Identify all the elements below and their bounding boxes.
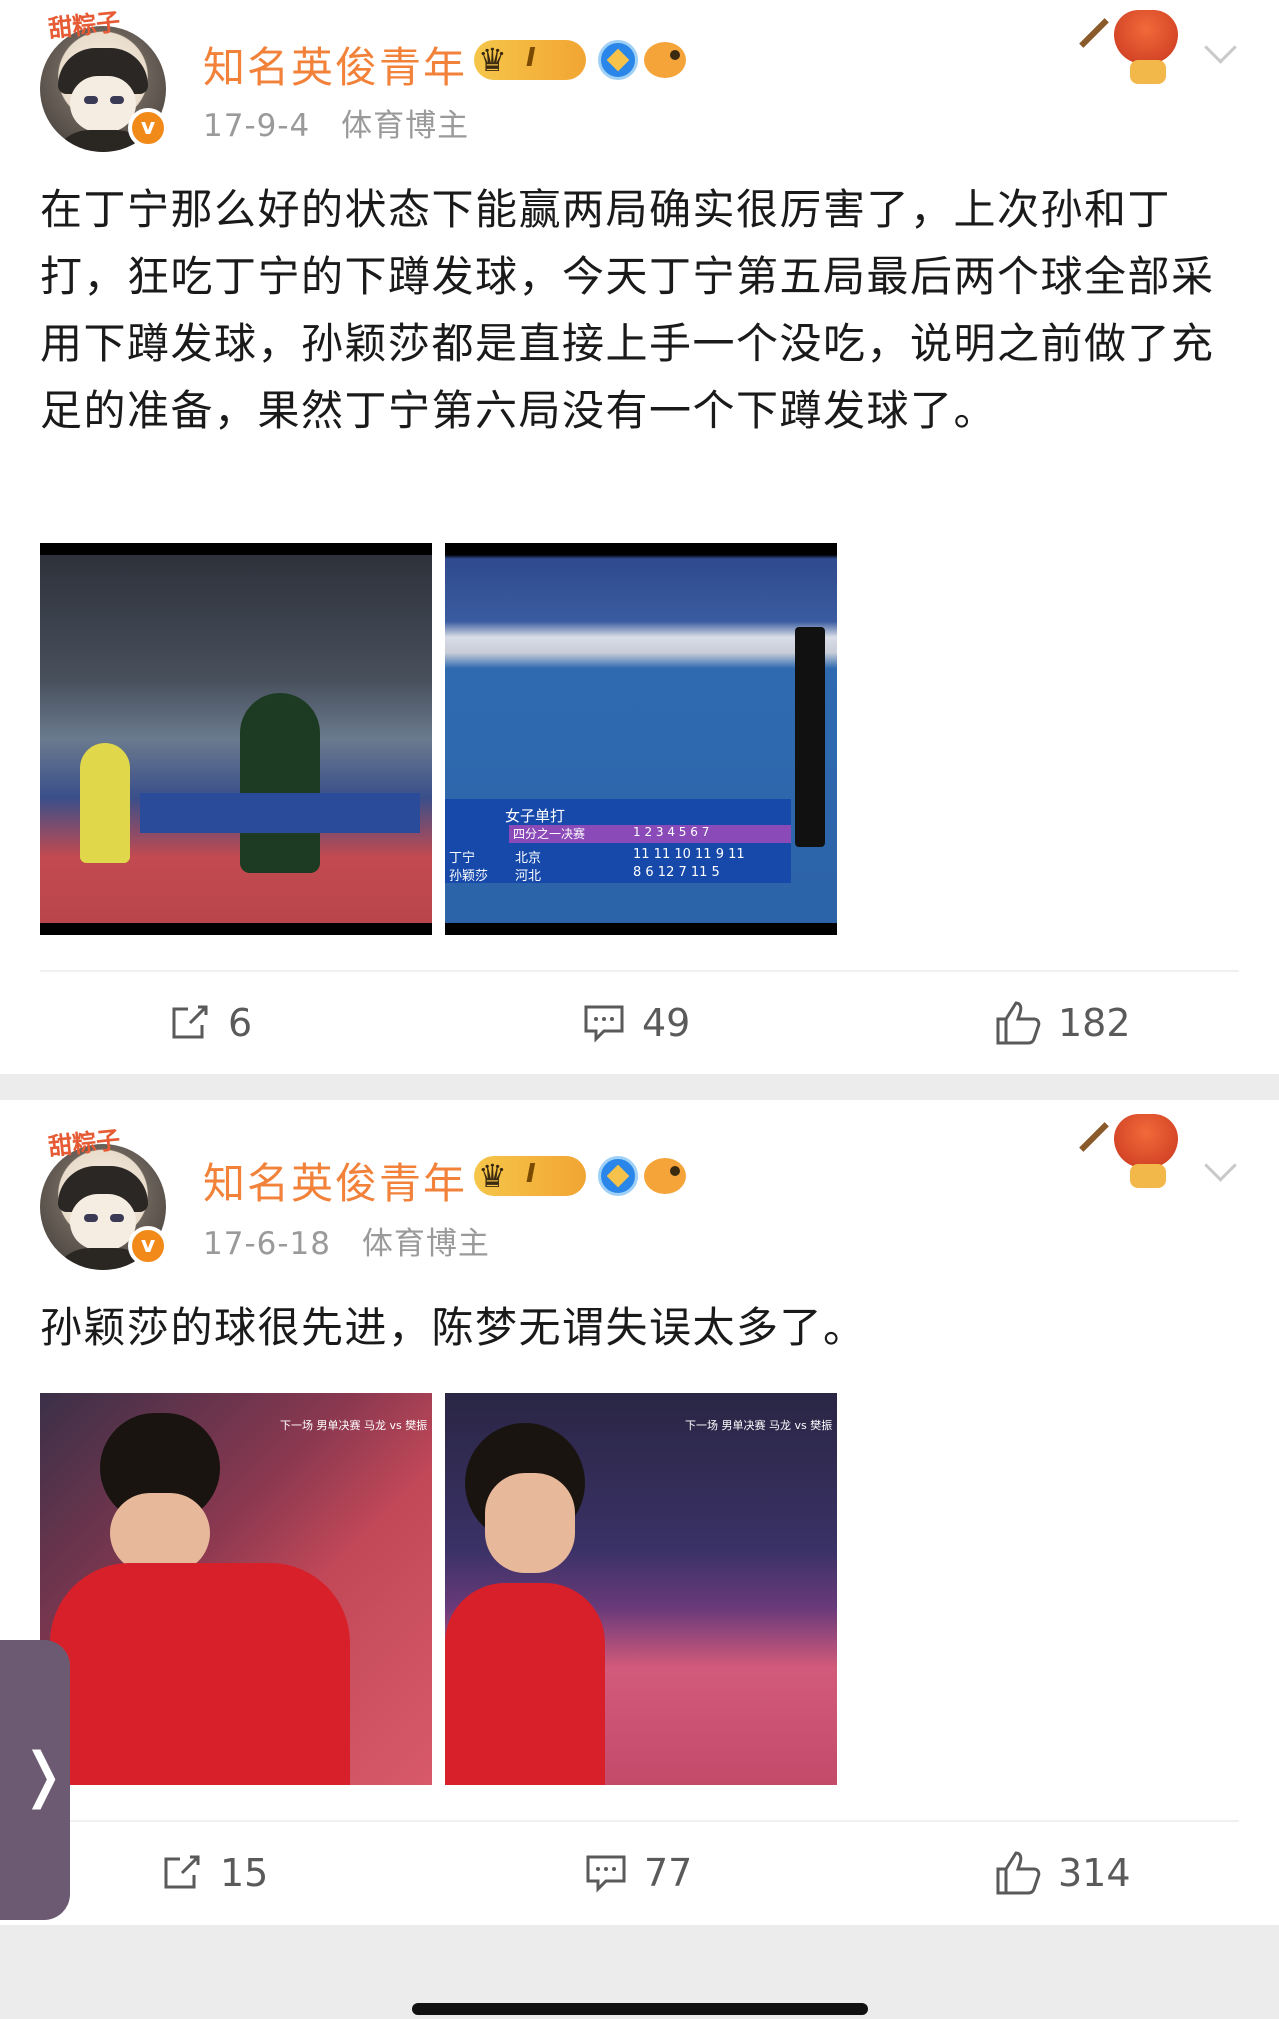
player-jersey — [445, 1583, 605, 1785]
fish-badge-icon[interactable] — [644, 1158, 686, 1194]
chevron-down-icon[interactable] — [1203, 34, 1239, 70]
player-team: 北京 — [515, 851, 542, 866]
avatar-eye — [110, 1214, 124, 1222]
comment-button[interactable]: 49 — [582, 998, 690, 1048]
scoreboard: 女子单打 四分之一决赛 1 2 3 4 5 6 7 丁宁 北京 11 11 10… — [445, 799, 791, 884]
repost-button[interactable]: 15 — [160, 1848, 268, 1898]
hotpot-base — [1130, 1164, 1166, 1188]
chevron-down-icon[interactable] — [1203, 1152, 1239, 1188]
repost-count: 6 — [228, 1001, 253, 1045]
post-image[interactable]: 女子单打 四分之一决赛 1 2 3 4 5 6 7 丁宁 北京 11 11 10… — [445, 543, 837, 935]
vip-level: I — [526, 1159, 536, 1189]
username[interactable]: 知名英俊青年 — [203, 34, 467, 95]
crown-icon: ♛ — [478, 41, 507, 79]
player-name: 丁宁 — [449, 851, 476, 866]
avatar-eye — [84, 96, 98, 104]
hotpot-decoration-icon — [1070, 0, 1190, 100]
broadcast-overlay-text: 下一场 男单决赛 马龙 vs 樊振 — [280, 1419, 428, 1432]
hotpot-icon — [1114, 10, 1178, 64]
weibo-post: 甜粽子 v 知名英俊青年 ♛ I 17-9-4 体育博主 在丁宁那么好的状态下能… — [0, 0, 1279, 1074]
post-text: 在丁宁那么好的状态下能赢两局确实很厉害了，上次孙和丁打，狂吃丁宁的下蹲发球，今天… — [40, 185, 1215, 435]
chevron-right-icon: ❭ — [18, 1740, 69, 1810]
avatar-face — [70, 1194, 136, 1250]
scoreboard-round: 四分之一决赛 1 2 3 4 5 6 7 — [509, 825, 791, 843]
repost-count: 15 — [220, 1851, 269, 1895]
username[interactable]: 知名英俊青年 — [203, 1150, 467, 1211]
fish-badge-icon[interactable] — [644, 42, 686, 78]
chopsticks-icon — [1079, 1122, 1109, 1152]
hotpot-decoration-icon — [1070, 1104, 1190, 1204]
post-text: 孙颖莎的球很先进，陈梦无谓失误太多了。 — [40, 1303, 867, 1352]
table-tennis-table — [140, 793, 420, 833]
avatar-eye — [84, 1214, 98, 1222]
post-meta: 17-9-4 体育博主 — [203, 100, 489, 145]
scoreboard-row: 丁宁 北京 11 11 10 11 9 11 — [449, 847, 789, 866]
net-post — [795, 627, 825, 847]
letterbox-top — [40, 543, 432, 555]
like-button[interactable]: 182 — [994, 998, 1131, 1048]
like-count: 182 — [1058, 1001, 1131, 1045]
player-name: 孙颖莎 — [449, 869, 489, 884]
vip-crown-badge[interactable]: ♛ I — [474, 1156, 586, 1196]
hotpot-base — [1130, 60, 1166, 84]
repost-button[interactable]: 6 — [168, 998, 252, 1048]
comment-button[interactable]: 77 — [584, 1848, 692, 1898]
like-button[interactable]: 314 — [994, 1848, 1131, 1898]
vip-level: I — [526, 43, 536, 73]
post-image[interactable]: 下一场 男单决赛 马龙 vs 樊振 — [40, 1393, 432, 1785]
scoreboard-games: 1 2 3 4 5 6 7 — [633, 825, 710, 839]
verified-badge-icon: v — [128, 108, 168, 148]
scoreboard-title: 女子单打 — [505, 807, 566, 825]
post-image[interactable] — [40, 543, 432, 935]
post-date: 17-6-18 — [203, 1226, 331, 1262]
comment-count: 49 — [642, 1001, 691, 1045]
player-figure — [80, 743, 130, 863]
letterbox-bottom — [445, 923, 837, 935]
post-image[interactable]: 下一场 男单决赛 马龙 vs 樊振 — [445, 1393, 837, 1785]
player-jersey — [50, 1563, 350, 1785]
expert-badge-icon[interactable] — [598, 40, 638, 80]
like-icon — [996, 1851, 1041, 1895]
player-scores: 11 11 10 11 9 11 — [633, 847, 745, 862]
expert-badge-icon[interactable] — [598, 1156, 638, 1196]
divider — [40, 1820, 1239, 1822]
player-figure — [240, 693, 320, 873]
post-date: 17-9-4 — [203, 108, 311, 144]
broadcast-overlay-text: 下一场 男单决赛 马龙 vs 樊振 — [685, 1419, 833, 1432]
home-indicator[interactable] — [412, 2003, 868, 2015]
author-role: 体育博主 — [341, 108, 470, 144]
comment-icon — [586, 1855, 626, 1893]
verified-badge-icon: v — [128, 1226, 168, 1266]
letterbox-bottom — [40, 923, 432, 935]
floating-side-tab[interactable]: ❭ — [0, 1640, 70, 1920]
comment-icon — [584, 1005, 624, 1043]
avatar-eye — [110, 96, 124, 104]
avatar-face — [70, 76, 136, 132]
repost-icon — [172, 1005, 208, 1039]
player-face — [110, 1493, 210, 1573]
hotpot-icon — [1114, 1114, 1178, 1168]
player-team: 河北 — [515, 869, 542, 884]
player-scores: 8 6 12 7 11 5 — [633, 865, 720, 880]
comment-count: 77 — [644, 1851, 693, 1895]
divider — [40, 970, 1239, 972]
post-meta: 17-6-18 体育博主 — [203, 1218, 510, 1263]
chopsticks-icon — [1079, 18, 1109, 48]
like-count: 314 — [1058, 1851, 1131, 1895]
crown-icon: ♛ — [478, 1157, 507, 1195]
scoreboard-round-label: 四分之一决赛 — [513, 827, 586, 841]
repost-icon — [164, 1855, 200, 1889]
like-icon — [996, 1001, 1041, 1045]
author-role: 体育博主 — [361, 1226, 490, 1262]
vip-crown-badge[interactable]: ♛ I — [474, 40, 586, 80]
player-face — [485, 1473, 575, 1573]
weibo-post: 甜粽子 v 知名英俊青年 ♛ I 17-6-18 体育博主 孙颖莎的球很先进，陈… — [0, 1100, 1279, 1925]
scoreboard-row: 孙颖莎 河北 8 6 12 7 11 5 — [449, 865, 789, 884]
